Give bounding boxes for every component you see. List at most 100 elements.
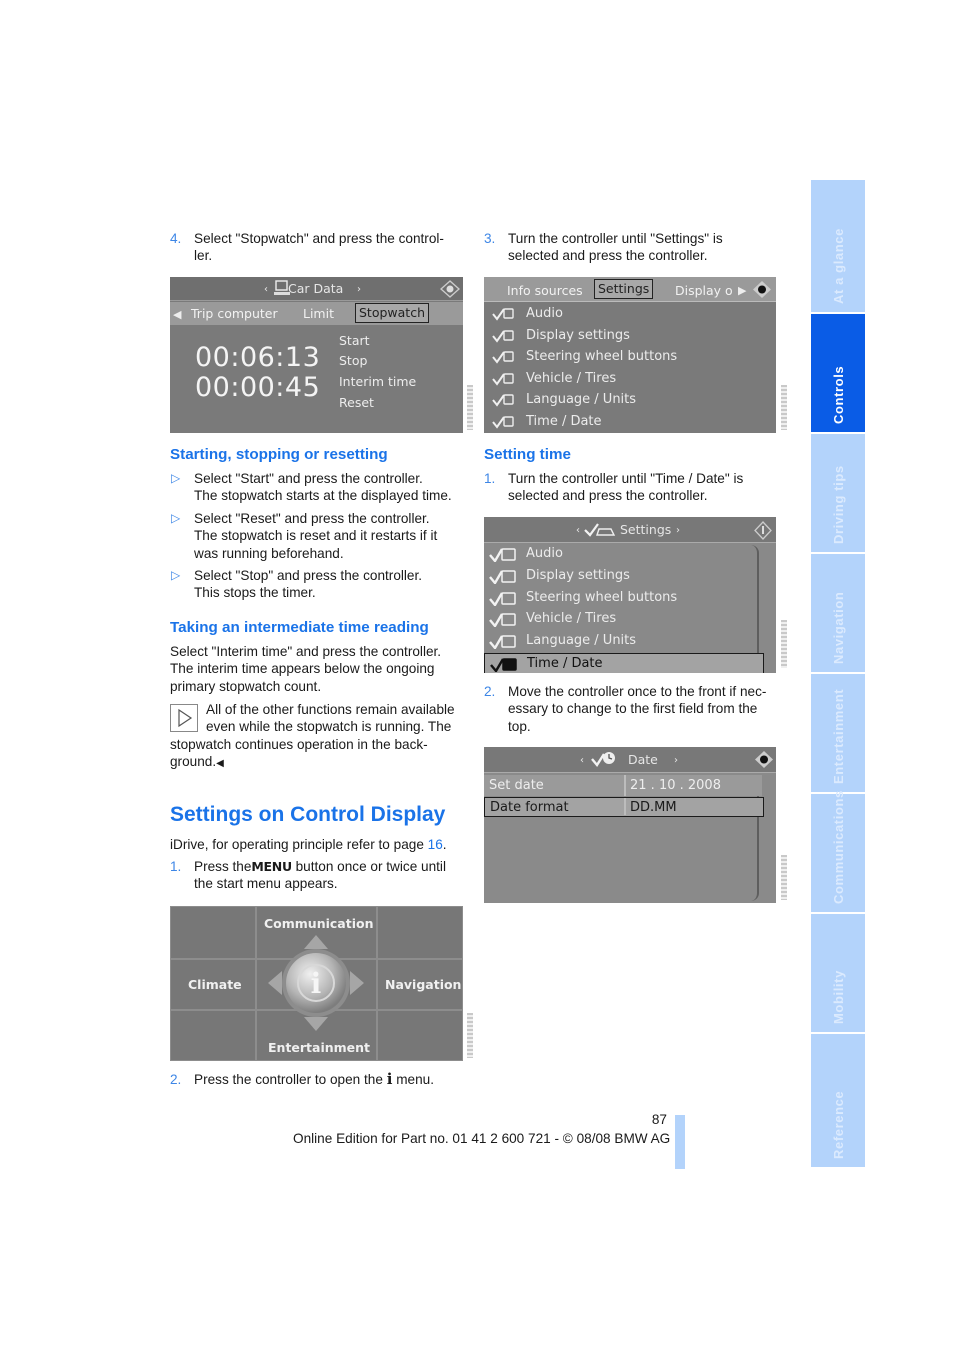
- chapter-tab-label: At a glance: [831, 228, 846, 304]
- intro-suffix: .: [442, 837, 447, 852]
- chapter-tab-at-a-glance[interactable]: At a glance: [811, 180, 865, 312]
- intro-text: iDrive, for operating principle refer to…: [170, 837, 428, 852]
- note-text-indented: All of the other functions remain availa…: [206, 701, 476, 736]
- step-text-line3: top.: [508, 718, 531, 734]
- check-clock-icon: [591, 752, 615, 768]
- controller-icon: [753, 281, 771, 298]
- note-text: stopwatch continues operation in the bac…: [170, 736, 470, 773]
- heading-settings-control-display: Settings on Control Display: [170, 803, 446, 826]
- arrow-left-icon: ‹: [576, 525, 580, 536]
- grid-cell: [170, 1010, 256, 1061]
- step-text: menu.: [396, 1072, 434, 1087]
- menu-item[interactable]: Time / Date: [484, 653, 764, 673]
- bullet-item: ▷ Select "Stop" and press the controller…: [170, 567, 470, 602]
- screen-title: Date: [628, 752, 658, 767]
- row-date-format[interactable]: Date format DD.MM: [484, 797, 764, 817]
- tab-settings: Settings: [594, 279, 654, 299]
- controller-icon: [440, 280, 460, 298]
- controller-icon: [755, 751, 773, 768]
- screen-tabs: Info sources Settings Display o ▶: [484, 277, 776, 302]
- row-label: Date format: [490, 800, 569, 815]
- screen-titlebar: ‹ Settings ›: [484, 517, 776, 543]
- menu-item-label: Time / Date: [526, 413, 602, 429]
- info-i-glyph: i: [311, 967, 322, 1000]
- step-text-line2: selected and press the controller.: [508, 248, 708, 264]
- triangle-bullet-icon: ▷: [171, 471, 181, 485]
- step-text: button once or twice until: [295, 859, 446, 874]
- bullet-line: Select "Start" and press the controller.: [194, 471, 423, 486]
- page-link[interactable]: 16: [428, 837, 443, 852]
- menu-start: Start: [339, 333, 370, 348]
- arrow-right-icon: ›: [676, 525, 680, 536]
- row-set-date[interactable]: Set date 21 . 10 . 2008: [484, 775, 762, 796]
- menu-item[interactable]: Display settings: [484, 326, 776, 348]
- row-label: Set date: [489, 778, 544, 793]
- chapter-tab-entertainment[interactable]: Entertainment: [811, 674, 865, 792]
- menu-item[interactable]: Language / Units: [484, 631, 764, 653]
- step-number: 1.: [484, 471, 496, 486]
- image-code: [467, 1013, 473, 1058]
- settings-check-car-icon: [584, 523, 616, 537]
- tab-info-sources: Info sources: [507, 283, 583, 298]
- menu-stop: Stop: [339, 353, 368, 368]
- chapter-tab-driving-tips[interactable]: Driving tips: [811, 434, 865, 552]
- note-line: even while the stopwatch is running. The: [206, 719, 452, 735]
- menu-item[interactable]: Steering wheel buttons: [484, 588, 764, 610]
- intro-paragraph: iDrive, for operating principle refer to…: [170, 836, 470, 853]
- menu-item-label: Audio: [526, 546, 563, 561]
- menu-item[interactable]: Vehicle / Tires: [484, 609, 764, 631]
- display-icon: [492, 329, 514, 343]
- step-text-line1: Select "Stopwatch" and press the control…: [194, 231, 444, 246]
- menu-item-label: Steering wheel buttons: [526, 349, 678, 364]
- chapter-tab-label: Navigation: [831, 591, 846, 664]
- steering-wheel-icon: [492, 351, 514, 364]
- chapter-tab-reference[interactable]: Reference: [811, 1034, 865, 1167]
- menu-item-label: Vehicle / Tires: [526, 611, 617, 627]
- note-line: All of the other functions remain availa…: [206, 702, 455, 717]
- screen-titlebar: ‹ Date ›: [484, 747, 776, 773]
- info-i-icon: i: [386, 1070, 393, 1088]
- end-mark-icon: ◀: [216, 758, 224, 770]
- chapter-tab-mobility[interactable]: Mobility: [811, 914, 865, 1032]
- bullet-item: ▷ Select "Start" and press the controlle…: [170, 470, 470, 505]
- screen-title: Settings: [620, 522, 672, 537]
- grid-cell: [377, 906, 463, 959]
- image-code: [781, 620, 787, 668]
- page-number: 87: [651, 1112, 667, 1127]
- step-number: 2.: [484, 684, 496, 699]
- step-number: 4.: [170, 231, 182, 246]
- edition-footer: Online Edition for Part no. 01 41 2 600 …: [293, 1131, 671, 1146]
- menu-item[interactable]: Language / Units: [484, 390, 776, 412]
- clock-icon: [492, 415, 514, 429]
- step-text-line2: essary to change to the first field from…: [508, 701, 758, 717]
- menu-item[interactable]: Steering wheel buttons: [484, 347, 776, 369]
- menu-item[interactable]: Time / Date: [484, 412, 776, 434]
- menu-item[interactable]: Audio: [484, 544, 764, 566]
- bullet-line: Select "Reset" and press the controller.: [194, 511, 430, 526]
- menu-communication: Communication: [264, 916, 374, 931]
- audio-icon: [492, 308, 514, 321]
- menu-item[interactable]: Audio: [484, 304, 776, 326]
- menu-item[interactable]: Vehicle / Tires: [484, 369, 776, 391]
- note-icon: [170, 704, 198, 732]
- chapter-tab-controls[interactable]: Controls: [811, 314, 865, 432]
- interim-time: 00:00:45: [195, 372, 321, 403]
- vehicle-icon: [492, 372, 514, 386]
- step-number: 3.: [484, 231, 496, 246]
- chapter-tab-label: Entertainment: [831, 688, 846, 784]
- triangle-bullet-icon: ▷: [171, 511, 181, 525]
- chapter-tab-label: Mobility: [831, 970, 846, 1024]
- arrow-left-icon: ‹: [264, 284, 268, 295]
- clock-icon: [490, 658, 517, 672]
- arrow-right-icon: ›: [674, 755, 678, 766]
- menu-reset: Reset: [339, 395, 374, 410]
- chapter-tab-navigation[interactable]: Navigation: [811, 554, 865, 672]
- heading-starting-stopping: Starting, stopping or resetting: [170, 446, 388, 463]
- chapter-tab-communications[interactable]: Communications: [811, 790, 865, 912]
- grid-cell: [377, 1010, 463, 1061]
- date-screenshot: ‹ Date › Set date 21 . 10 . 2008 Date fo…: [484, 747, 776, 903]
- image-code: [781, 385, 787, 430]
- tab-display-options: Display o: [675, 283, 733, 298]
- menu-item[interactable]: Display settings: [484, 566, 764, 588]
- tab-trip-computer: Trip computer: [191, 306, 278, 321]
